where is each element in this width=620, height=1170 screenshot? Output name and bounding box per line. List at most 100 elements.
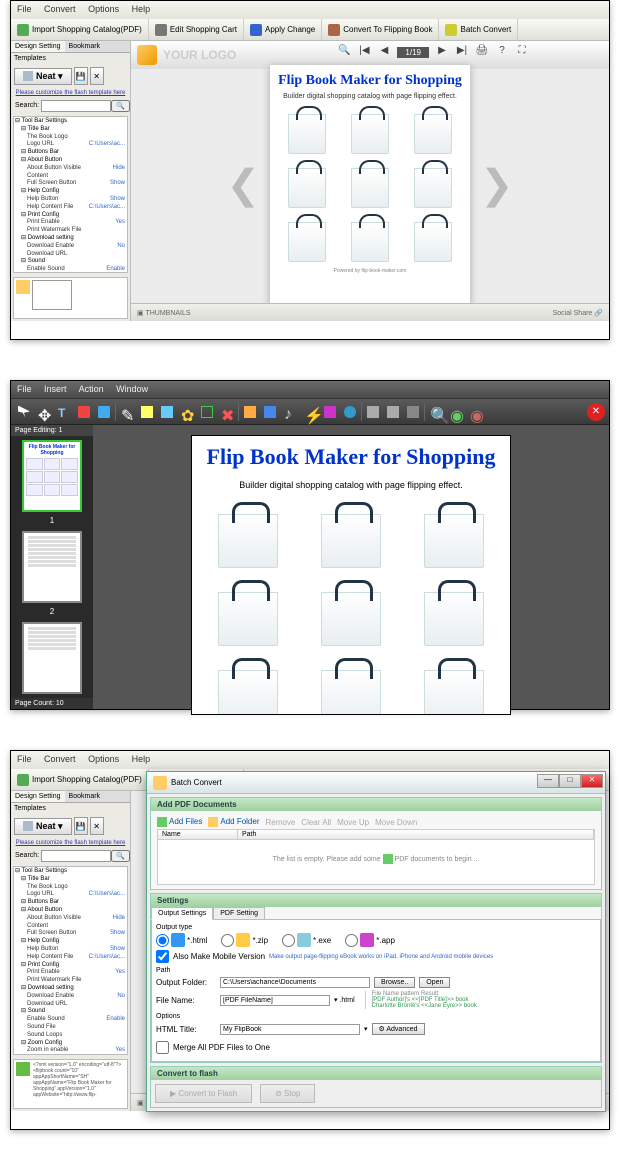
zoom-in-button[interactable]: 🔍: [427, 403, 445, 421]
tab-pdf-setting[interactable]: PDF Setting: [213, 907, 265, 920]
template-save[interactable]: 💾: [74, 67, 88, 85]
add-folder-button[interactable]: Add Folder: [208, 817, 259, 827]
output-folder-input[interactable]: [220, 977, 370, 988]
menu-options[interactable]: Options: [88, 4, 119, 14]
fit-button[interactable]: ◉: [467, 403, 485, 421]
menu-file[interactable]: File: [17, 754, 32, 764]
dialog-titlebar[interactable]: Batch Convert — □ ✕: [147, 772, 605, 794]
col-path[interactable]: Path: [238, 830, 594, 839]
radio-app[interactable]: *.app: [345, 933, 395, 947]
menu-insert[interactable]: Insert: [44, 384, 67, 394]
highlight-tool[interactable]: [138, 403, 156, 421]
prev-arrow[interactable]: ❮: [216, 162, 270, 208]
page-indicator[interactable]: 1/19: [397, 47, 429, 58]
template-select[interactable]: Neat ▾: [14, 818, 72, 835]
print-icon[interactable]: 🖨: [475, 45, 489, 59]
shape-tool[interactable]: [75, 403, 93, 421]
customize-link[interactable]: Please customize the flash template here: [11, 88, 130, 98]
edit-cart-button[interactable]: Edit Shopping Cart: [149, 19, 244, 40]
menu-convert[interactable]: Convert: [44, 754, 76, 764]
template-delete[interactable]: ✕: [90, 67, 104, 85]
editing-page[interactable]: Flip Book Maker for Shopping Builder dig…: [191, 435, 511, 715]
next-page-button[interactable]: ▶: [435, 45, 449, 59]
template-delete[interactable]: ✕: [90, 817, 104, 835]
page-thumb-1[interactable]: Flip Book Maker for Shopping: [22, 440, 82, 512]
tab-output-settings[interactable]: Output Settings: [151, 907, 213, 920]
convert-book-button[interactable]: Convert To Flipping Book: [322, 19, 439, 40]
image-tool[interactable]: [158, 403, 176, 421]
page-thumb[interactable]: [32, 280, 72, 310]
tab-bookmark[interactable]: Bookmark: [65, 791, 105, 802]
shape2-tool[interactable]: [95, 403, 113, 421]
radio-html[interactable]: *.html: [156, 933, 207, 947]
tab-bookmark[interactable]: Bookmark: [65, 41, 105, 52]
fullscreen-icon[interactable]: ⛶: [515, 45, 529, 59]
link-tool[interactable]: [241, 403, 259, 421]
page-thumb-2[interactable]: [22, 531, 82, 603]
search-input[interactable]: [41, 100, 111, 112]
book-page[interactable]: Flip Book Maker for Shopping Builder dig…: [270, 65, 470, 305]
menu-file[interactable]: File: [17, 384, 32, 394]
prev-page-button[interactable]: ◀: [377, 45, 391, 59]
social-share-button[interactable]: Social Share 🔗: [553, 309, 603, 317]
rect-tool[interactable]: [198, 403, 216, 421]
editor-canvas[interactable]: Flip Book Maker for Shopping Builder dig…: [93, 425, 609, 709]
search-button[interactable]: 🔍: [111, 100, 130, 112]
clear-tool[interactable]: ✖: [218, 403, 236, 421]
search-input[interactable]: [41, 850, 111, 862]
tab-design[interactable]: Design Setting: [11, 41, 65, 52]
tab-design[interactable]: Design Setting: [11, 791, 65, 802]
browse-button[interactable]: Browse..: [374, 977, 415, 988]
menu-help[interactable]: Help: [132, 4, 151, 14]
zoom-icon[interactable]: 🔍: [337, 45, 351, 59]
copy-tool[interactable]: [364, 403, 382, 421]
settings-tree[interactable]: ⊟ Tool Bar Settings⊟ Title BarThe Book L…: [13, 866, 128, 1055]
advanced-button[interactable]: ⚙ Advanced: [372, 1023, 425, 1035]
convert-button[interactable]: ▶ Convert to Flash: [155, 1084, 252, 1103]
move-tool[interactable]: ✥: [35, 403, 53, 421]
page-editing-tab[interactable]: Page Editing: 1: [11, 425, 93, 436]
search-button[interactable]: 🔍: [111, 850, 130, 862]
page-thumb-3[interactable]: [22, 622, 82, 694]
menu-action[interactable]: Action: [79, 384, 104, 394]
radio-exe[interactable]: *.exe: [282, 933, 331, 947]
add-files-button[interactable]: Add Files: [157, 817, 202, 827]
menu-file[interactable]: File: [17, 4, 32, 14]
close-button[interactable]: ✕: [581, 774, 603, 788]
merge-checkbox[interactable]: [156, 1041, 169, 1054]
template-select[interactable]: Neat ▾: [14, 68, 72, 85]
batch-convert-button[interactable]: Batch Convert: [439, 19, 518, 40]
settings-tree[interactable]: ⊟ Tool Bar Settings⊟ Title BarThe Book L…: [13, 116, 128, 273]
next-arrow[interactable]: ❯: [470, 162, 524, 208]
close-button[interactable]: ✕: [587, 403, 605, 421]
text-tool[interactable]: T: [55, 403, 73, 421]
first-page-button[interactable]: |◀: [357, 45, 371, 59]
file-name-input[interactable]: [220, 995, 330, 1006]
import-button[interactable]: Import Shopping Catalog(PDF): [11, 769, 149, 790]
template-save[interactable]: 💾: [74, 817, 88, 835]
video-tool[interactable]: [261, 403, 279, 421]
menu-window[interactable]: Window: [116, 384, 148, 394]
radio-zip[interactable]: *.zip: [221, 933, 268, 947]
layers-tool[interactable]: [404, 403, 422, 421]
sound-tool[interactable]: ♪: [281, 403, 299, 421]
col-name[interactable]: Name: [158, 830, 238, 839]
mobile-checkbox[interactable]: [156, 950, 169, 963]
import-button[interactable]: Import Shopping Catalog(PDF): [11, 19, 149, 40]
help-icon[interactable]: ?: [495, 45, 509, 59]
thumbnails-button[interactable]: ▣ THUMBNAILS: [137, 309, 191, 317]
html-title-input[interactable]: [220, 1024, 360, 1035]
zoom-out-button[interactable]: ◉: [447, 403, 465, 421]
maximize-button[interactable]: □: [559, 774, 581, 788]
note-tool[interactable]: ✿: [178, 403, 196, 421]
customize-link[interactable]: Please customize the flash template here: [11, 838, 130, 848]
last-page-button[interactable]: ▶|: [455, 45, 469, 59]
flash-tool[interactable]: ⚡: [301, 403, 319, 421]
open-button[interactable]: Open: [419, 977, 450, 988]
select-tool[interactable]: [15, 403, 33, 421]
apply-button[interactable]: Apply Change: [244, 19, 322, 40]
file-list[interactable]: Name Path The list is empty. Please add …: [157, 829, 595, 885]
minimize-button[interactable]: —: [537, 774, 559, 788]
paste-tool[interactable]: [384, 403, 402, 421]
menu-help[interactable]: Help: [132, 754, 151, 764]
